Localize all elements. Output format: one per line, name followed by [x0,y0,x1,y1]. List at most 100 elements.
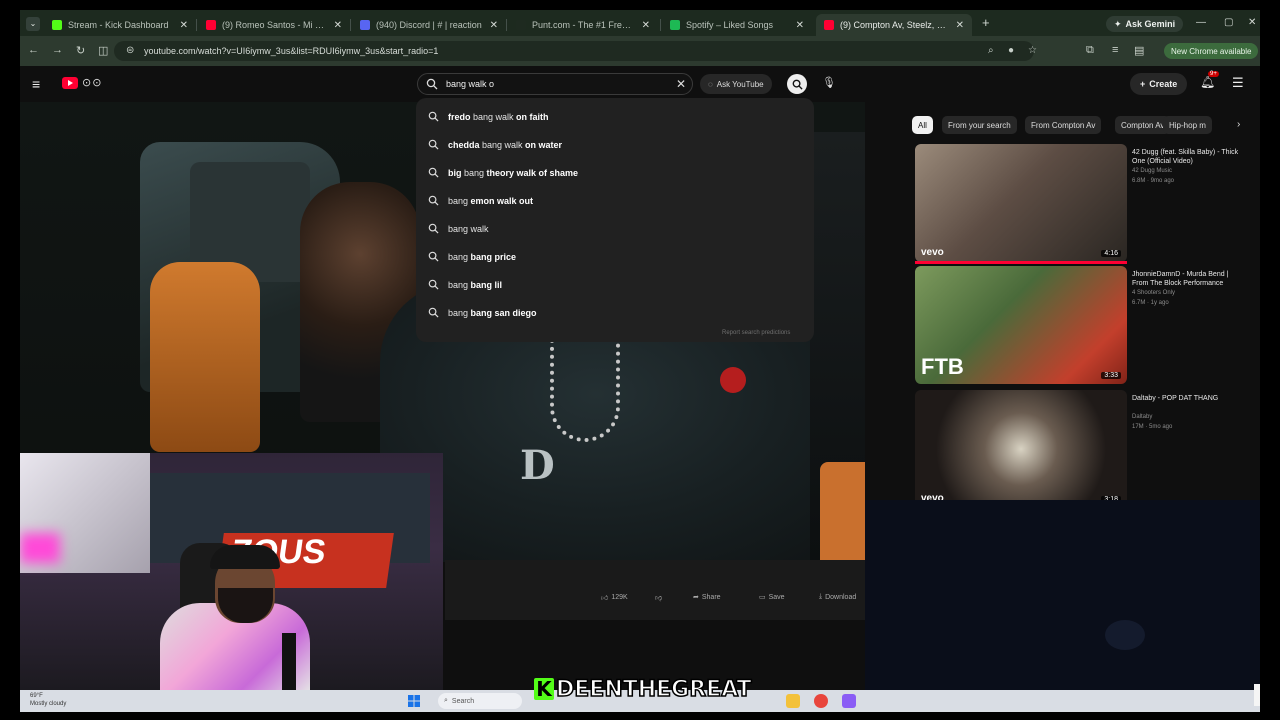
profile-icon[interactable]: ≡ [1112,44,1118,56]
search-submit-button[interactable] [787,74,807,94]
account-menu-icon[interactable]: ☰ [1232,75,1244,91]
close-tab-icon[interactable]: ✕ [796,20,804,31]
youtube-logo[interactable] [62,77,78,89]
suggestion-match: bang walk [448,224,489,234]
side-panel-icon[interactable]: ◫ [98,44,108,57]
search-box[interactable]: ✕ [417,73,693,95]
suggestion-search-icon [428,307,439,318]
search-suggestion[interactable]: big bang theory walk of shame [416,160,814,186]
back-icon[interactable]: ← [28,44,39,56]
suggestion-match: bang [448,252,469,262]
share-button[interactable]: ➦ Share [693,590,721,604]
ask-youtube-button[interactable]: ◌ Ask YouTube [700,74,772,94]
close-tab-icon[interactable]: ✕ [956,20,964,31]
video-thumbnail[interactable]: vevo3:18 [915,390,1127,508]
browser-tab[interactable]: (9) Romeo Santos - Mi Santa ( ✕ [198,14,350,36]
channel-name[interactable]: 42 Dugg Music [1132,168,1172,174]
file-explorer-icon[interactable] [786,694,800,708]
clear-search-icon[interactable]: ✕ [676,77,686,91]
download-button[interactable]: ⤓ Download [819,590,856,604]
close-tab-icon[interactable]: ✕ [180,20,188,31]
suggestion-search-icon [428,279,439,290]
address-bar[interactable]: ⊜ youtube.com/watch?v=UI6iymw_3us&list=R… [114,41,1037,61]
recommended-video[interactable]: FTB 3:33 JhonnieDamnD - Murda Bend | From … [915,266,1250,386]
notifications-bell-icon[interactable]: 🔔︎ [1200,75,1215,89]
browser-tab[interactable]: (9) Compton Av, Steelz, Snoop ✕ [816,14,972,36]
rose-patch [720,367,746,393]
reload-icon[interactable]: ↻ [76,44,85,57]
streamer-brand-overlay: K DEENTHEGREAT [528,676,758,702]
media-icon[interactable]: ▤ [1134,44,1144,57]
save-label: Save [768,593,785,601]
like-button[interactable]: 👍︎ 129K [601,590,628,604]
filter-chip[interactable]: From your search [942,116,1017,134]
new-tab-button[interactable]: + [982,15,990,30]
video-title[interactable]: Daltaby - POP DAT THANG [1132,394,1242,403]
weather-temp: 69°F [30,693,43,699]
forward-icon[interactable]: → [52,44,63,56]
extension-icon[interactable]: ● [1008,45,1014,56]
suggestion-suffix: bang price [468,252,517,262]
kick-logo-icon: K [534,678,554,700]
video-title[interactable]: 42 Dugg (feat. Skilla Baby) - Thick One … [1132,148,1242,166]
chrome-update-button[interactable]: New Chrome available [1164,43,1259,59]
search-suggestion[interactable]: bang bang lil [416,272,814,298]
video-thumbnail[interactable]: FTB 3:33 [915,266,1127,384]
filter-chip[interactable]: All [912,116,933,134]
close-tab-icon[interactable]: ✕ [334,20,342,31]
browser-tab[interactable]: (940) Discord | # | reaction ✕ [352,14,506,36]
report-search-predictions-link[interactable]: Report search predictions [722,330,790,336]
search-suggestion[interactable]: bang emon walk out [416,188,814,214]
browser-tab[interactable]: Stream - Kick Dashboard ✕ [44,14,196,36]
suggestion-text: bang bang san diego [448,308,537,318]
search-input[interactable] [446,77,646,91]
recommended-video[interactable]: vevo 4:16 42 Dugg (feat. Skilla Baby) - Th… [915,144,1250,264]
suggestion-match: bang [448,308,469,318]
create-button[interactable]: + Create [1130,73,1188,95]
like-count: 129K [611,593,628,601]
search-suggestion[interactable]: fredo bang walk on faith [416,104,814,130]
browser-tab[interactable]: Punt.com - The #1 Free to Play ✕ [508,14,658,36]
guide-menu-icon[interactable]: ≡ [32,76,40,92]
extensions-puzzle-icon[interactable]: ⧉ [1086,44,1094,57]
share-icon: ➦ [693,594,699,601]
streamer-cap [210,545,280,569]
save-button[interactable]: ▭ Save [759,590,785,604]
filter-chip[interactable]: From Compton Av [1025,116,1102,134]
minimize-button[interactable]: — [1196,17,1206,28]
app-icon[interactable] [842,694,856,708]
tab-search-button[interactable]: ⌄ [26,17,40,31]
site-info-icon[interactable]: ⊜ [126,45,134,56]
taskbar-search[interactable]: ⌕ Search [438,693,522,709]
chrome-icon[interactable] [814,694,828,708]
zoom-search-icon[interactable]: ⌕ [988,45,994,56]
windows-start-icon[interactable] [408,695,420,707]
video-thumbnail[interactable]: vevo 4:16 [915,144,1127,262]
tab-title: (9) Romeo Santos - Mi Santa ( [222,20,328,30]
search-suggestion[interactable]: chedda bang walk on water [416,132,814,158]
ask-gemini-button[interactable]: ✦ Ask Gemini [1106,16,1184,32]
chips-next-icon[interactable]: › [1237,119,1240,130]
search-icon [426,78,438,90]
url-text[interactable]: youtube.com/watch?v=UI6iymw_3us&list=RDU… [144,46,438,56]
voice-search-icon[interactable]: 🎙︎ [822,76,836,89]
close-tab-icon[interactable]: ✕ [490,20,498,31]
search-suggestion[interactable]: bang bang price [416,244,814,270]
tab-title: (940) Discord | # | reaction [376,20,482,30]
recommended-video[interactable]: vevo3:18 Daltaby - POP DAT THANG Daltaby 17… [915,390,1250,510]
filter-chip[interactable]: Hip-hop m [1163,116,1212,134]
search-suggestion[interactable]: bang bang san diego [416,300,814,326]
browser-tab[interactable]: Spotify – Liked Songs ✕ [662,14,812,36]
bookmark-star-icon[interactable]: ☆ [1028,45,1037,56]
tab-favicon-icon [52,20,62,30]
close-window-button[interactable]: ✕ [1248,17,1256,28]
video-title[interactable]: JhonnieDamnD - Murda Bend | From The Blo… [1132,270,1242,288]
dislike-button[interactable]: 👎︎ [655,590,662,604]
close-tab-icon[interactable]: ✕ [642,20,650,31]
scroll-edge [1254,684,1260,706]
channel-name[interactable]: Daltaby [1132,414,1152,420]
search-suggestion[interactable]: bang walk [416,216,814,242]
weather-widget[interactable]: 69°F Mostly cloudy [30,692,66,708]
maximize-button[interactable]: ▢ [1224,17,1233,28]
channel-name[interactable]: 4 Shooters Only [1132,290,1175,296]
